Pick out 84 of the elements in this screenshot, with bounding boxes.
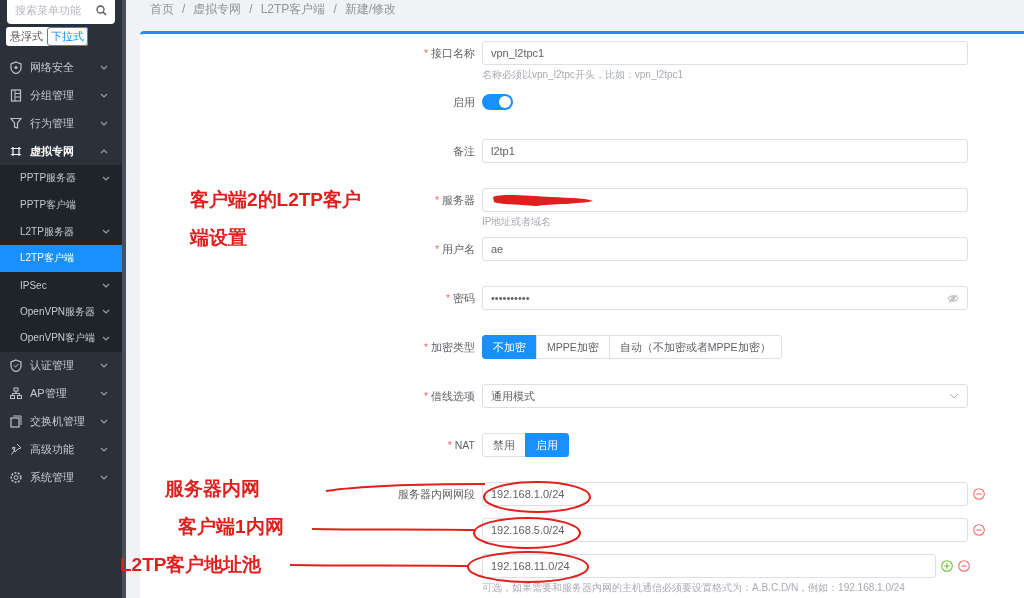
text-field[interactable]: ae bbox=[482, 237, 968, 261]
menu-item[interactable]: 认证管理 bbox=[0, 351, 122, 380]
breadcrumb-separator: / bbox=[333, 2, 337, 16]
text-field[interactable]: l2tp1 bbox=[482, 139, 968, 163]
chevron-down-icon bbox=[949, 393, 959, 399]
caret-icon bbox=[100, 92, 108, 98]
caret-icon bbox=[102, 175, 110, 181]
field-label: 加密类型 bbox=[431, 341, 475, 353]
menu-item[interactable]: 行为管理 bbox=[0, 109, 122, 137]
submenu-item[interactable]: PPTP服务器 bbox=[0, 165, 122, 192]
text-field[interactable]: 192.168.11.0/24 bbox=[482, 554, 936, 578]
submenu-item[interactable]: L2TP服务器 bbox=[0, 218, 122, 246]
menu-item[interactable]: 虚拟专网 bbox=[0, 137, 122, 165]
caret-icon bbox=[100, 120, 108, 126]
menu-item[interactable]: 分组管理 bbox=[0, 81, 122, 109]
field-label: NAT bbox=[454, 439, 475, 451]
password-field[interactable]: •••••••••• bbox=[482, 286, 968, 310]
required-mark: * bbox=[445, 292, 450, 304]
hint-text: IP地址或者域名 bbox=[482, 215, 552, 229]
annotation-text: 客户端1内网 bbox=[178, 515, 284, 539]
required-mark: * bbox=[423, 341, 428, 353]
field-label: 启用 bbox=[453, 96, 475, 108]
toggle-switch[interactable] bbox=[482, 94, 513, 110]
annotation-text: 客户端2的L2TP客户端设置 bbox=[190, 188, 363, 250]
field-label: 用户名 bbox=[442, 243, 475, 255]
field-label: 接口名称 bbox=[431, 47, 475, 59]
caret-icon bbox=[100, 475, 108, 481]
caret-icon bbox=[102, 309, 110, 315]
text-field[interactable]: 192.168.1.0/24 bbox=[482, 482, 968, 506]
caret-icon bbox=[100, 391, 108, 397]
gear-icon bbox=[10, 471, 22, 485]
required-mark: * bbox=[434, 243, 439, 255]
menu-item[interactable]: 高级功能 bbox=[0, 435, 122, 464]
text-field[interactable]: vpn_l2tpc1 bbox=[482, 41, 968, 65]
list-icon bbox=[10, 88, 22, 102]
remove-icon[interactable] bbox=[973, 488, 985, 500]
text-field[interactable] bbox=[482, 188, 968, 212]
shield-check-icon bbox=[10, 359, 22, 373]
frame-icon bbox=[10, 144, 22, 158]
field-label: 借线选项 bbox=[431, 390, 475, 402]
submenu-item[interactable]: OpenVPN服务器 bbox=[0, 298, 122, 326]
menu-item[interactable]: 网络安全 bbox=[0, 53, 122, 81]
menu-item[interactable]: AP管理 bbox=[0, 379, 122, 408]
breadcrumb-separator: / bbox=[249, 2, 253, 16]
annotation-text: 服务器内网 bbox=[165, 477, 260, 501]
field-label: 服务器内网网段 bbox=[398, 488, 475, 500]
text-field[interactable]: 192.168.5.0/24 bbox=[482, 518, 968, 542]
hint-text: 名称必须以vpn_l2tpc开头，比如：vpn_l2tpc1 bbox=[482, 68, 684, 82]
remove-icon[interactable] bbox=[958, 560, 970, 572]
field-label: 服务器 bbox=[442, 194, 475, 206]
caret-icon bbox=[100, 148, 108, 154]
caret-icon bbox=[100, 64, 108, 70]
caret-icon bbox=[100, 447, 108, 453]
field-label: 密码 bbox=[453, 292, 475, 304]
select-field[interactable]: 通用模式 bbox=[482, 384, 968, 408]
menu-item[interactable]: 系统管理 bbox=[0, 463, 122, 492]
pin-icon bbox=[10, 443, 22, 457]
required-mark: * bbox=[434, 194, 439, 206]
submenu-item[interactable]: PPTP客户端 bbox=[0, 191, 122, 219]
breadcrumb-separator: / bbox=[182, 2, 186, 16]
search-icon bbox=[96, 5, 107, 16]
required-mark: * bbox=[423, 47, 428, 59]
submenu-item[interactable]: IPSec bbox=[0, 271, 122, 299]
required-mark: * bbox=[423, 390, 428, 402]
caret-icon bbox=[102, 229, 110, 235]
shield-icon bbox=[10, 60, 22, 74]
caret-icon bbox=[100, 419, 108, 425]
network-icon bbox=[10, 387, 22, 401]
segment-button[interactable]: 自动（不加密或者MPPE加密） bbox=[608, 335, 782, 359]
menu-item[interactable]: 交换机管理 bbox=[0, 407, 122, 436]
remove-icon[interactable] bbox=[973, 524, 985, 536]
window-icon bbox=[10, 415, 22, 429]
required-mark: * bbox=[447, 439, 452, 451]
hint-text: 可选，如果需要和服务器内网的主机通信必须要设置格式为：A.B.C.D/N，例如：192.168.1.0/24 bbox=[482, 581, 905, 595]
filter-icon bbox=[10, 116, 22, 130]
segment-button[interactable]: MPPE加密 bbox=[536, 335, 610, 359]
add-icon[interactable] bbox=[941, 560, 953, 572]
caret-icon bbox=[102, 282, 110, 288]
hidden-eye-icon[interactable] bbox=[947, 293, 959, 303]
field-label: 备注 bbox=[453, 145, 475, 157]
submenu-item[interactable]: OpenVPN客户端 bbox=[0, 325, 122, 352]
caret-icon bbox=[102, 335, 110, 341]
caret-icon bbox=[100, 363, 108, 369]
mode-tab[interactable]: 悬浮式 bbox=[6, 27, 47, 46]
